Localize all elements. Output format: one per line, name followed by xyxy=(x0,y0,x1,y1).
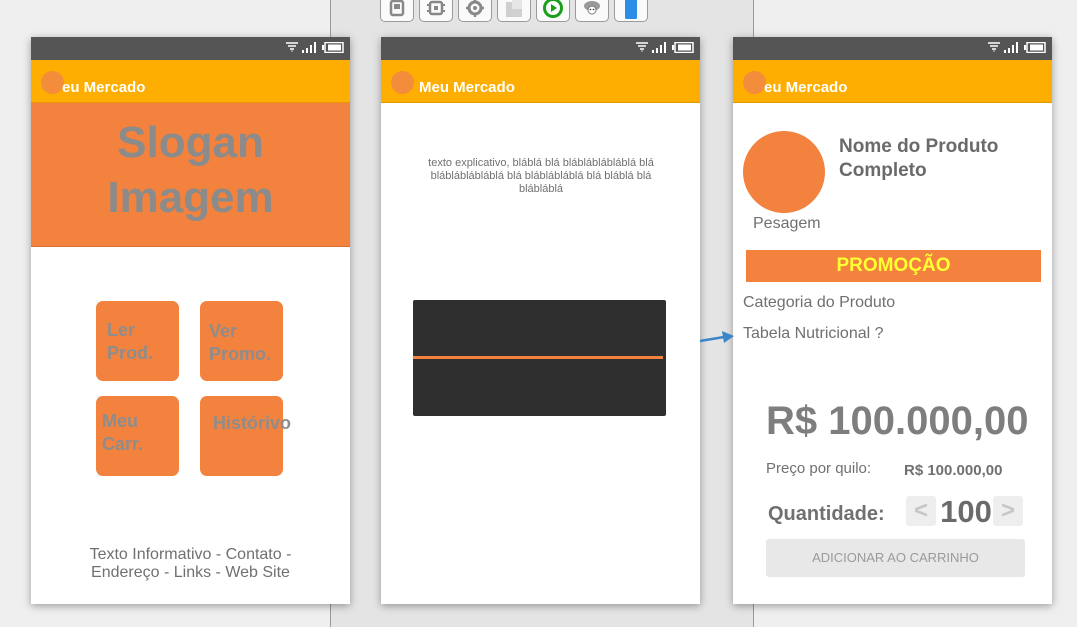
flow-arrow-icon xyxy=(699,331,734,343)
product-price: R$ 100.000,00 xyxy=(766,399,1029,443)
page-icon[interactable] xyxy=(497,0,531,22)
app-bar: eu Mercado xyxy=(733,60,1052,103)
promotion-banner: PROMOÇÃO xyxy=(746,250,1041,282)
weighing-label: Pesagem xyxy=(753,215,821,232)
increment-button[interactable]: > xyxy=(993,496,1023,526)
chip-icon[interactable] xyxy=(419,0,453,22)
product-image xyxy=(743,131,825,213)
explanatory-text: texto explicativo, bláblá blá bláblábláb… xyxy=(428,157,654,195)
tile-label: Histórivo xyxy=(213,413,292,433)
tile-label: Ler Prod. xyxy=(107,320,154,363)
quantity-value[interactable]: 100 xyxy=(936,494,996,530)
battery-icon xyxy=(1024,42,1046,53)
logo-circle-icon xyxy=(391,71,414,94)
screen-scanner: Meu Mercado texto explicativo, bláblá bl… xyxy=(381,37,700,604)
status-bar xyxy=(381,37,700,60)
app-bar: eu Mercado xyxy=(31,60,350,103)
logo-circle-icon xyxy=(41,71,64,94)
barcode-scanner-view[interactable] xyxy=(413,300,666,416)
my-cart-button[interactable]: Meu Carr. xyxy=(96,396,179,476)
app-bar: Meu Mercado xyxy=(381,60,700,103)
sheep-icon[interactable] xyxy=(575,0,609,22)
price-per-kilo-label: Preço por quilo: xyxy=(766,460,872,477)
phone-device-icon[interactable] xyxy=(614,0,648,22)
wifi-icon xyxy=(636,42,648,52)
signal-icon xyxy=(302,42,316,53)
category-link[interactable]: Categoria do Produto xyxy=(743,294,895,312)
status-bar xyxy=(31,37,350,60)
wifi-icon xyxy=(988,42,1000,52)
price-per-kilo-value: R$ 100.000,00 xyxy=(904,462,1003,479)
decrement-button[interactable]: < xyxy=(906,496,936,526)
app-title: eu Mercado xyxy=(764,79,848,96)
battery-icon xyxy=(672,42,694,53)
app-title: Meu Mercado xyxy=(419,79,515,96)
component-icon[interactable] xyxy=(380,0,414,22)
footer-line-1: Texto Informativo - Contato - xyxy=(89,546,292,563)
hero-line-1: Slogan xyxy=(117,118,264,167)
screen-product: eu Mercado Nome do Produto Completo Pesa… xyxy=(733,37,1052,604)
history-button[interactable]: Histórivo xyxy=(200,396,291,476)
screen-home: eu Mercado Slogan Imagem Ler Prod. Ver P… xyxy=(31,37,350,604)
logo-circle-icon xyxy=(743,71,766,94)
quantity-label: Quantidade: xyxy=(768,503,885,525)
gear-icon[interactable] xyxy=(458,0,492,22)
read-product-button[interactable]: Ler Prod. xyxy=(96,301,179,381)
product-name: Nome do Produto Completo xyxy=(839,136,999,181)
battery-icon xyxy=(322,42,344,53)
tile-label: Ver Promo. xyxy=(209,321,272,364)
play-icon[interactable] xyxy=(536,0,570,22)
tile-label: Meu Carr. xyxy=(102,411,144,454)
hero-line-2: Imagem xyxy=(107,173,274,222)
app-title: eu Mercado xyxy=(62,79,146,96)
signal-icon xyxy=(652,42,666,53)
hero-banner: Slogan Imagem xyxy=(31,103,350,247)
view-promotions-button[interactable]: Ver Promo. xyxy=(200,301,283,381)
signal-icon xyxy=(1004,42,1018,53)
editor-toolbar xyxy=(380,0,648,22)
add-to-cart-button[interactable]: ADICIONAR AO CARRINHO xyxy=(766,539,1025,577)
nutrition-table-link[interactable]: Tabela Nutricional ? xyxy=(743,325,884,343)
status-bar xyxy=(733,37,1052,60)
wifi-icon xyxy=(286,42,298,52)
scan-line xyxy=(413,356,663,359)
footer-line-2[interactable]: Endereço - Links - Web Site xyxy=(31,564,350,582)
